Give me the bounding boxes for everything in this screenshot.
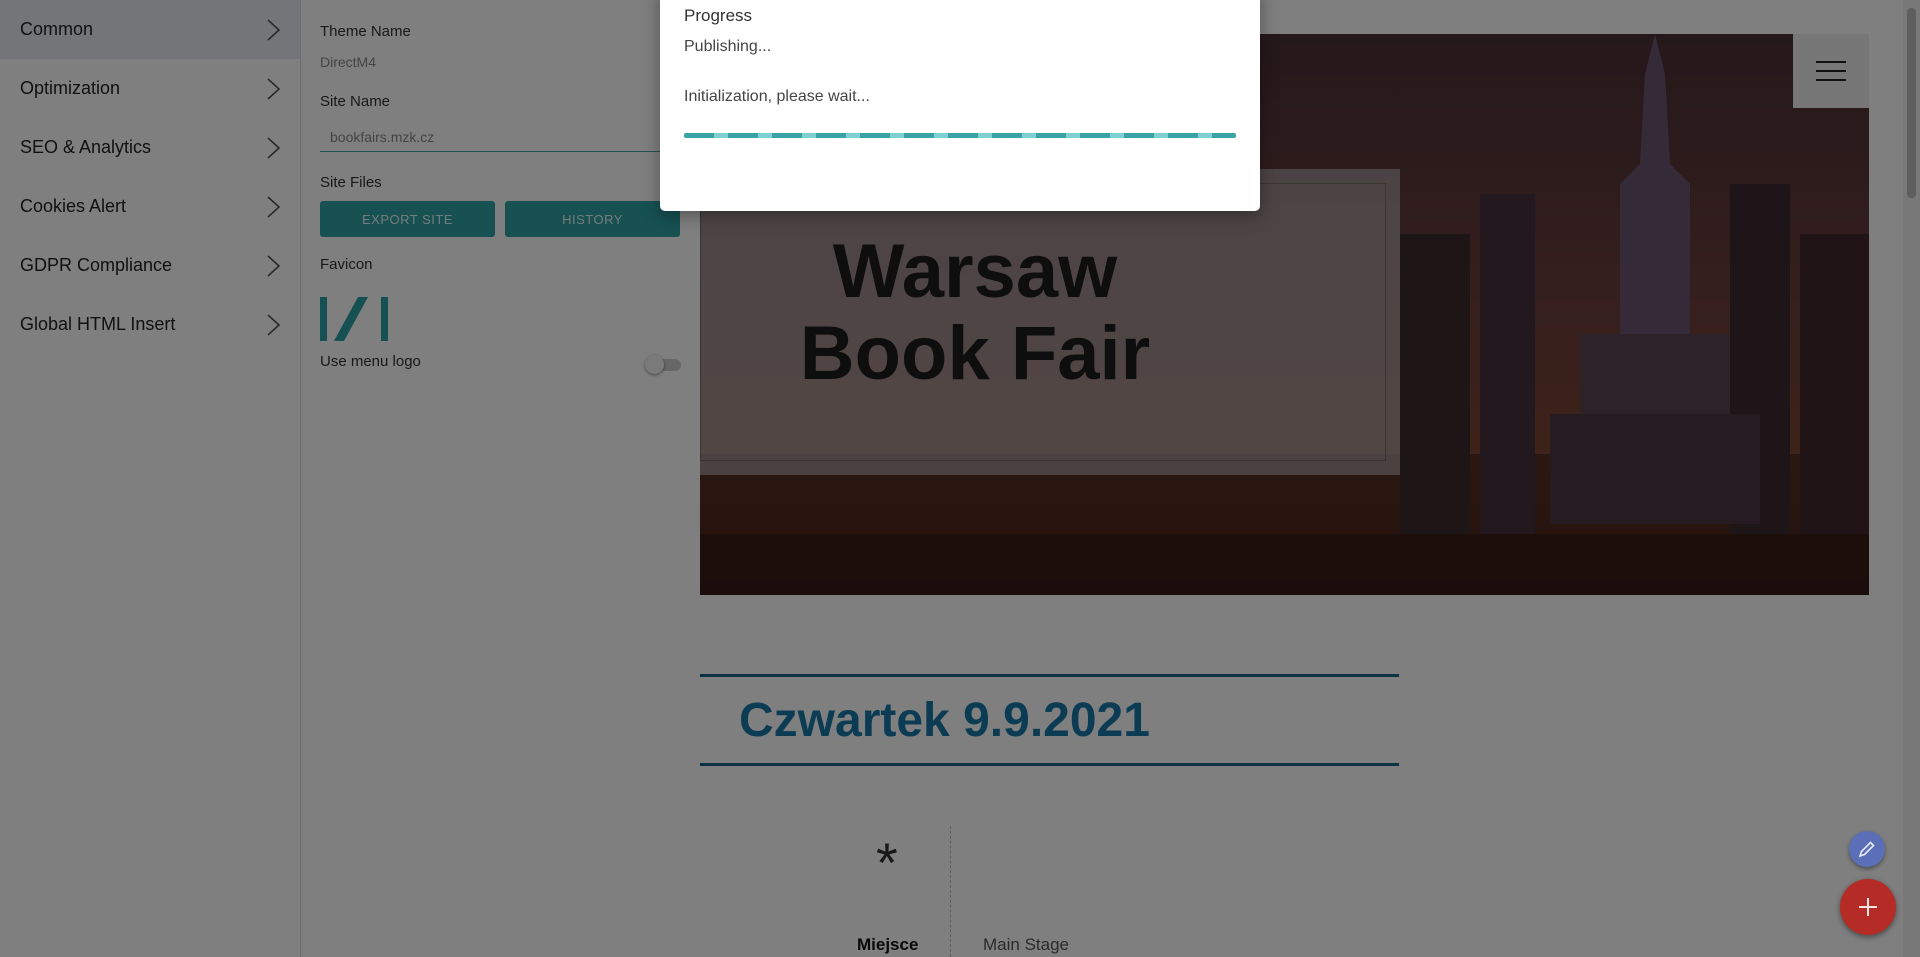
progress-dialog: Progress Publishing... Initialization, p… [660,0,1260,211]
progress-bar [684,133,1236,138]
pencil-icon [1858,841,1875,858]
dialog-title: Progress [684,6,753,25]
edit-button[interactable] [1849,831,1885,867]
plus-icon [1859,898,1877,916]
add-block-button[interactable] [1840,879,1896,935]
dialog-status: Publishing... [684,38,772,55]
dialog-message: Initialization, please wait... [684,88,870,105]
progress-bar-fill [684,133,1236,138]
